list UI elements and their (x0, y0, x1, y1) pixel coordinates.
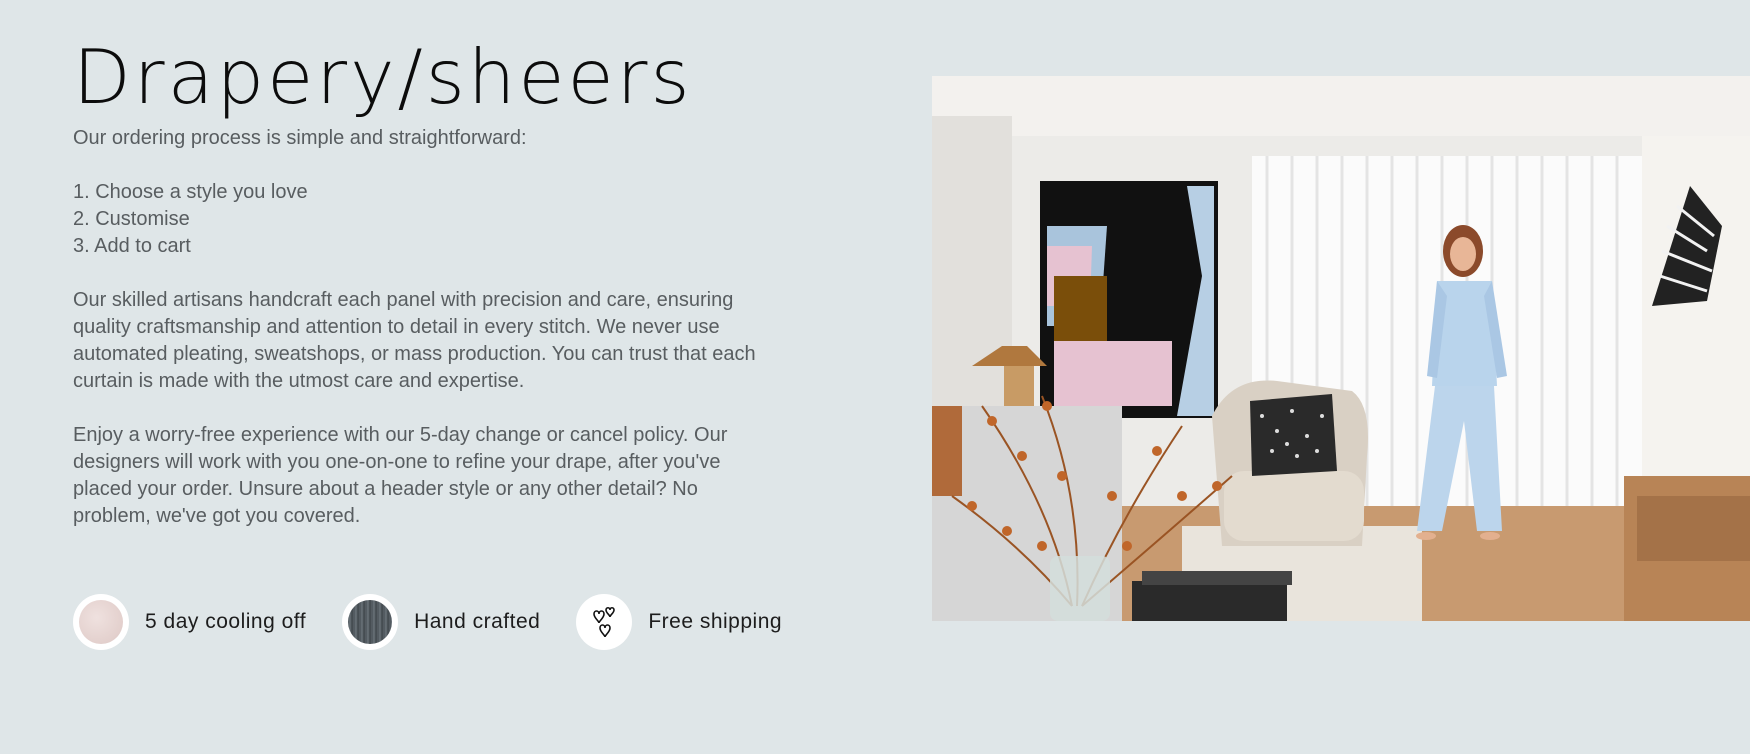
feature-label: 5 day cooling off (145, 610, 307, 633)
step-item: 2. Customise (73, 207, 190, 230)
intro-text: Our ordering process is simple and strai… (73, 126, 527, 149)
feature-label: Hand crafted (414, 610, 541, 633)
page-title: Drapery/sheers (73, 33, 693, 121)
hearts-icon (576, 594, 633, 650)
feature-label: Free shipping (648, 610, 783, 633)
feature-badges: 5 day cooling off Hand crafted Free ship… (73, 594, 818, 650)
feature-cooling-off: 5 day cooling off (73, 594, 306, 650)
step-item: 3. Add to cart (73, 234, 191, 257)
living-room-photo (932, 76, 1750, 621)
fabric-swatch-pink-icon (73, 594, 129, 650)
feature-hand-crafted: Hand crafted (342, 594, 540, 650)
feature-free-shipping: Free shipping (576, 594, 782, 650)
craftsmanship-text: Our skilled artisans handcraft each pane… (73, 288, 756, 392)
ordering-steps-list: 1. Choose a style you love 2. Customise … (73, 179, 763, 260)
policy-text: Enjoy a worry-free experience with our 5… (73, 423, 728, 527)
fabric-swatch-linen-icon (342, 594, 399, 650)
step-item: 1. Choose a style you love (73, 180, 308, 203)
drapery-info-panel: Drapery/sheers Our ordering process is s… (73, 36, 763, 557)
